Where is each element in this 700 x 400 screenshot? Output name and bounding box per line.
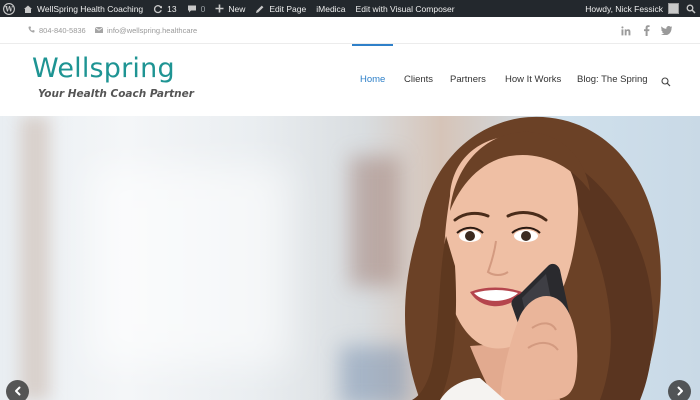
updates-link[interactable]: 13 [148,0,181,17]
pencil-icon [255,4,265,14]
new-content-link[interactable]: New [210,0,250,17]
edit-page-label: Edit Page [269,3,307,14]
admin-search-icon[interactable] [682,0,700,17]
comments-link[interactable]: 0 [182,0,211,17]
nav-item-home[interactable]: Home [360,74,385,85]
twitter-icon[interactable] [661,17,672,44]
chevron-left-icon [13,383,23,400]
comments-count: 0 [200,3,206,14]
svg-text:W: W [4,4,13,13]
email-contact[interactable]: info@wellspring.healthcare [94,17,198,44]
phone-number: 804-840-5836 [39,26,86,35]
nav-item-blog[interactable]: Blog: The Spring [577,74,648,85]
comment-icon [187,4,197,14]
logo-tagline: Your Health Coach Partner [38,88,194,100]
phone-icon [28,26,39,35]
top-info-bar: 804-840-5836 info@wellspring.healthcare [0,17,700,44]
wordpress-logo-icon[interactable]: W [0,0,18,17]
site-name-link[interactable]: WellSpring Health Coaching [18,0,148,17]
active-nav-indicator [352,44,393,46]
avatar [668,3,679,14]
slider-prev-button[interactable] [6,380,29,400]
howdy-text: Howdy, Nick Fessick [585,3,663,14]
new-label: New [228,3,246,14]
phone-contact[interactable]: 804-840-5836 [28,17,86,44]
my-account-link[interactable]: Howdy, Nick Fessick [580,0,682,17]
admin-bar-right: Howdy, Nick Fessick [580,0,700,17]
admin-bar: W WellSpring Health Coaching 13 0 New Ed… [0,0,700,17]
hero-slider [0,116,700,400]
site-name-label: WellSpring Health Coaching [37,3,144,14]
imedica-link[interactable]: iMedica [311,0,350,17]
plus-icon [215,4,224,13]
visual-composer-link[interactable]: Edit with Visual Composer [351,0,460,17]
linkedin-icon[interactable] [621,17,631,44]
logo-wordmark[interactable]: Wellspring [32,53,175,84]
visual-composer-label: Edit with Visual Composer [355,3,455,14]
chevron-right-icon [675,383,685,400]
facebook-icon[interactable] [643,17,650,44]
site-header: Wellspring Your Health Coach Partner Hom… [0,44,700,116]
home-icon [23,4,33,14]
edit-page-link[interactable]: Edit Page [250,0,311,17]
hero-photo-woman-on-phone [405,116,661,400]
slider-next-button[interactable] [668,380,691,400]
nav-item-how-it-works[interactable]: How It Works [505,74,561,85]
nav-item-partners[interactable]: Partners [450,74,486,85]
imedica-label: iMedica [316,3,346,14]
nav-item-clients[interactable]: Clients [404,74,433,85]
updates-count: 13 [167,3,177,14]
nav-search-icon[interactable] [661,74,671,92]
email-address: info@wellspring.healthcare [107,26,198,35]
envelope-icon [94,26,107,35]
refresh-icon [153,4,163,14]
